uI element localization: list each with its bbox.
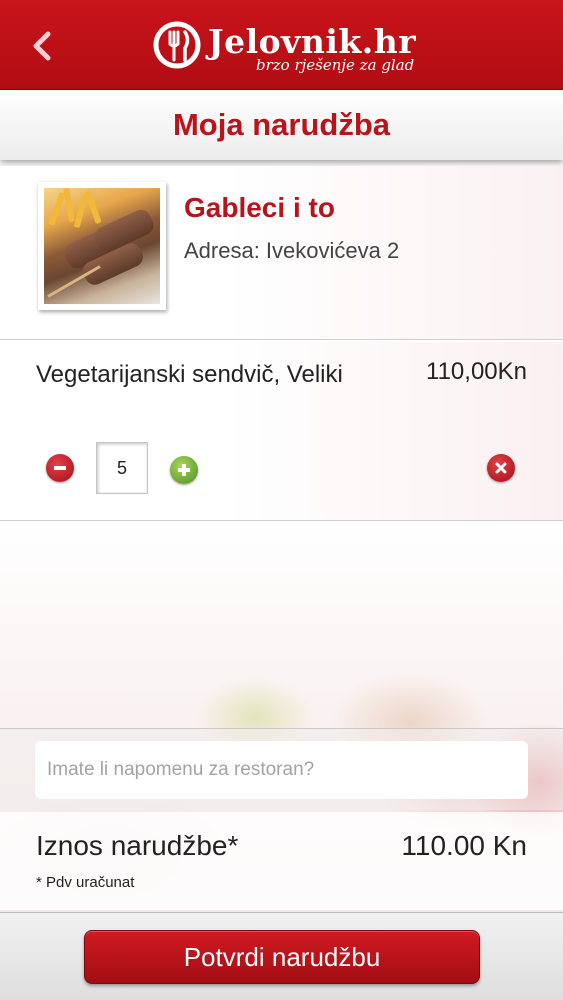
page-title: Moja narudžba <box>172 107 390 142</box>
food-photo <box>44 188 160 304</box>
app-logo[interactable]: Jelovnik.hr brzo rješenje za glad <box>152 18 422 76</box>
confirm-order-button[interactable]: Potvrdi narudžbu <box>84 930 480 984</box>
plus-circle-icon <box>178 464 190 476</box>
total-value: 110.00 Kn <box>401 830 527 861</box>
minus-circle-icon <box>54 466 66 470</box>
bottom-bar: Potvrdi narudžbu <box>0 912 563 1000</box>
item-name: Vegetarijanski sendvič, Veliki <box>36 361 343 388</box>
app-header: Jelovnik.hr brzo rješenje za glad <box>0 0 563 90</box>
order-summary: Iznos narudžbe* 110.00 Kn * Pdv uračunat <box>0 812 563 910</box>
logo-tagline: brzo rješenje za glad <box>256 56 415 74</box>
increase-quantity-button[interactable] <box>170 456 198 484</box>
restaurant-card: Gableci i to Adresa: Ivekovićeva 2 <box>0 166 563 340</box>
quantity-field[interactable]: 5 <box>96 442 148 494</box>
close-circle-icon <box>495 462 507 474</box>
title-bar: Moja narudžba <box>0 90 563 160</box>
chevron-left-icon <box>33 31 51 61</box>
fork-knife-logo-icon <box>153 21 201 69</box>
restaurant-name[interactable]: Gableci i to <box>184 192 335 224</box>
decrease-quantity-button[interactable] <box>46 454 74 482</box>
remove-item-button[interactable] <box>487 454 515 482</box>
vat-note: * Pdv uračunat <box>36 874 135 891</box>
order-item: Vegetarijanski sendvič, Veliki 110,00Kn … <box>0 342 563 520</box>
restaurant-address: Adresa: Ivekovićeva 2 <box>184 238 400 263</box>
restaurant-note-input[interactable] <box>35 741 528 799</box>
restaurant-thumbnail <box>38 182 166 310</box>
divider <box>0 339 563 341</box>
back-button[interactable] <box>22 26 62 66</box>
total-label: Iznos narudžbe* <box>36 830 239 861</box>
item-price: 110,00Kn <box>426 358 527 385</box>
